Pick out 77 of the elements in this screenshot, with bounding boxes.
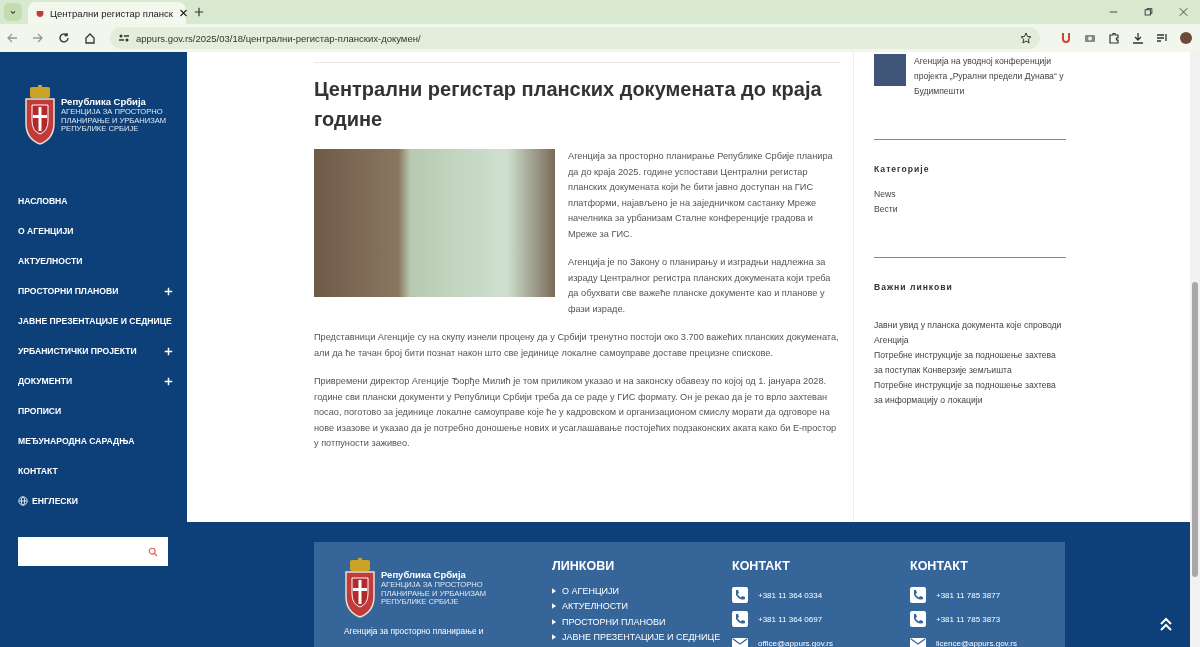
download-icon[interactable] <box>1132 32 1144 44</box>
search-icon[interactable] <box>148 545 158 558</box>
important-link[interactable]: Потребне инструкције за подношење захтева за поступак Конверзије земљишта <box>874 348 1066 378</box>
restore-icon[interactable] <box>1144 6 1153 18</box>
caret-icon <box>552 634 556 641</box>
site-info-icon <box>118 32 130 44</box>
address-bar[interactable]: appurs.gov.rs/2025/03/18/централни-регистар-планских-докумен/ <box>110 27 1040 49</box>
nav-link[interactable]: ЕНГЛЕСКИ <box>18 486 173 516</box>
phone-number: +381 11 364 0334 <box>758 590 823 600</box>
tab-list-button[interactable] <box>4 3 22 21</box>
back-icon[interactable] <box>6 32 18 44</box>
nav-link[interactable]: МЕЂУНАРОДНА САРАДЊА <box>18 426 173 456</box>
important-link[interactable]: Потребне инструкције за подношење захтева за информацију о локацији <box>874 378 1066 408</box>
widget-heading: Важни линкови <box>874 282 954 292</box>
nav-link[interactable]: УРБАНИСТИЧКИ ПРОЈЕКТИ <box>18 336 173 366</box>
nav-link[interactable]: ПРОПИСИ <box>18 396 173 426</box>
article-paragraph: Представници Агенције су на скупу изнели процену да у Србији тренутно постоји око 3.700 важећих планских докумената, али да ће тачан број бити познат након што све јединице локалне самоуправе доставе прецизне спискове. <box>314 331 840 360</box>
puzzle-icon[interactable] <box>1108 32 1120 44</box>
logo-title: Република Србија <box>381 569 467 581</box>
footer-description: Агенција за просторно планирање и <box>344 626 485 636</box>
camera-icon[interactable] <box>1084 32 1096 44</box>
logo-title: Република Србија <box>61 96 147 108</box>
forward-icon[interactable] <box>32 32 44 44</box>
new-tab-icon[interactable] <box>194 6 204 18</box>
nav-link[interactable]: О АГЕНЦИЈИ <box>18 216 173 246</box>
article-title: Централни регистар планских докумената до краја године <box>314 77 823 132</box>
plus-icon <box>164 286 173 296</box>
phone-icon <box>910 611 926 627</box>
footer-heading: КОНТАКТ <box>910 559 969 573</box>
plus-icon <box>164 376 173 386</box>
plus-icon <box>164 346 173 356</box>
nav-link[interactable]: НАСЛОВНА <box>18 186 173 216</box>
phone-number: +381 11 785 3877 <box>936 590 1001 600</box>
phone-icon <box>910 587 926 603</box>
nav-link[interactable]: ЈАВНЕ ПРЕЗЕНТАЦИЈЕ И СЕДНИЦЕ <box>18 306 173 336</box>
nav-link[interactable]: КОНТАКТ <box>18 456 173 486</box>
globe-icon <box>18 496 28 506</box>
caret-icon <box>552 603 556 610</box>
footer-link[interactable]: О АГЕНЦИЈИ <box>552 583 732 599</box>
phone-number: +381 11 364 0697 <box>758 614 823 624</box>
email-link[interactable]: licence@appurs.gov.rs <box>936 638 1017 647</box>
coat-of-arms-logo <box>24 85 56 145</box>
category-link[interactable]: News <box>874 187 1066 202</box>
close-icon[interactable] <box>178 7 188 19</box>
article-paragraph: Агенција је по Закону о планирању и изградњи надлежна за израду Централног регистра планских докумената који треба да обухвати све важеће планске документе као и планове у фази израде. <box>568 256 832 316</box>
coat-of-arms-logo <box>344 558 376 618</box>
footer-heading: КОНТАКТ <box>732 559 791 573</box>
category-link[interactable]: Вести <box>874 202 1066 217</box>
footer-link[interactable]: АКТУЕЛНОСТИ <box>552 598 732 614</box>
browser-tab[interactable]: Централни регистар планск <box>28 2 186 24</box>
footer-link[interactable]: ПРОСТОРНИ ПЛАНОВИ <box>552 614 732 630</box>
phone-icon <box>732 587 748 603</box>
home-icon[interactable] <box>84 32 96 44</box>
phone-number: +381 11 785 3873 <box>936 614 1001 624</box>
phone-icon <box>732 611 748 627</box>
article-paragraph: Привремени директор Агенције Ђорђе Милић је том приликом указао и на законску обавезу по којој од 1. јануара 2028. године сви плански документи у Републици Србији треба да се раде у ГИС формату. Он је рекао да је то врло захтеван посао, поготово за јединице локалне самоуправе које ће у кадровском и организационом смислу морати да одговоре на нове изазове и указао да је потребно доношење нових и усаглашавање постојећих подзаконских аката како би Е-простор у потпуности заживео. <box>314 375 838 450</box>
recent-post-link[interactable]: Агенција на уводној конференцији пројекта „Рурални предели Дунава“ у Будимпешти <box>914 54 1066 99</box>
email-link[interactable]: office@appurs.gov.rs <box>758 638 833 647</box>
star-icon[interactable] <box>1020 32 1032 44</box>
caret-icon <box>552 618 556 625</box>
widget-heading: Категорије <box>874 164 931 174</box>
important-link[interactable]: Јавни увид у планска документа које спроводи Агенција <box>874 318 1066 348</box>
article-paragraph: Агенција за просторно планирање Републике Србије планира да до краја 2025. године успостави Централни регистар планских докумената који ће бити јавно доступан на ГИС платформи, најављено је на заједничком састанку Мреже начелника за урбанизам Сталне конференције градова и Мреже за ГИС. <box>568 150 834 241</box>
reload-icon[interactable] <box>58 32 70 44</box>
nav-link[interactable]: АКТУЕЛНОСТИ <box>18 246 173 276</box>
footer-link[interactable]: ЈАВНЕ ПРЕЗЕНТАЦИЈЕ И СЕДНИЦЕ <box>552 629 732 645</box>
caret-icon <box>552 587 556 594</box>
nav-link[interactable]: ДОКУМЕНТИ <box>18 366 173 396</box>
scroll-to-top-icon[interactable] <box>1160 617 1172 631</box>
photo-placeholder <box>874 54 906 86</box>
search-field[interactable] <box>18 537 168 566</box>
scrollbar[interactable] <box>1190 52 1200 647</box>
footer-heading: ЛИНКОВИ <box>552 559 616 573</box>
nav-link[interactable]: ПРОСТОРНИ ПЛАНОВИ <box>18 276 173 306</box>
profile-avatar[interactable] <box>1180 32 1192 44</box>
extension-icon[interactable] <box>1060 32 1072 44</box>
media-icon[interactable] <box>1156 32 1168 44</box>
